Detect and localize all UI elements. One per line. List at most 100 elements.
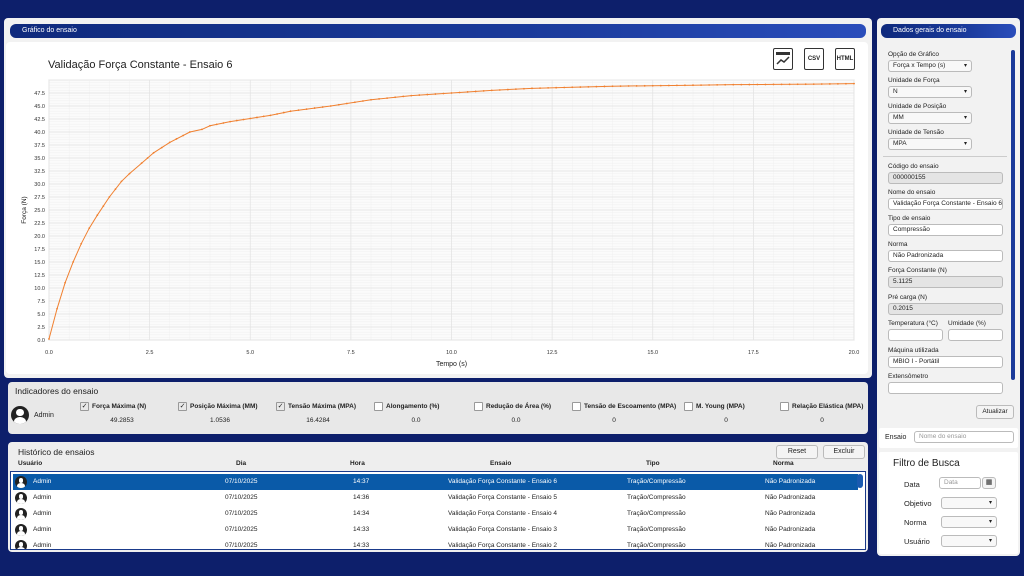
col-test[interactable]: Ensaio bbox=[490, 460, 511, 467]
data-point bbox=[651, 84, 654, 87]
cell-time: 14:37 bbox=[353, 478, 370, 485]
chart-option-select[interactable]: Força x Tempo (s) ▾ bbox=[888, 60, 972, 72]
filter-date-input[interactable]: Data bbox=[939, 477, 981, 489]
data-point bbox=[466, 91, 469, 93]
machine-field[interactable]: MBIO I - Portátil bbox=[888, 356, 1003, 368]
indicator-checkbox[interactable]: ✓ bbox=[80, 402, 89, 411]
y-tick-label: 32.5 bbox=[34, 169, 45, 175]
x-tick-label: 15.0 bbox=[647, 350, 658, 356]
cell-time: 14:33 bbox=[353, 542, 370, 549]
data-point bbox=[531, 87, 533, 90]
indicator-value: 0.0 bbox=[411, 417, 421, 424]
cell-user: Admin bbox=[33, 478, 52, 485]
cell-norm: Não Padronizada bbox=[765, 478, 816, 485]
filter-date-label: Data bbox=[904, 480, 920, 489]
data-point bbox=[684, 84, 686, 87]
table-row[interactable]: Admin 07/10/2025 14:36 Validação Força Cons… bbox=[13, 490, 858, 506]
cell-time: 14:34 bbox=[353, 510, 370, 517]
data-point bbox=[229, 120, 232, 123]
y-axis-label: Força (N) bbox=[21, 196, 28, 223]
data-point bbox=[426, 93, 429, 96]
humidity-field[interactable] bbox=[948, 329, 1003, 341]
data-point bbox=[595, 85, 598, 88]
position-unit-select[interactable]: MM ▾ bbox=[888, 112, 972, 124]
delete-button[interactable]: Excluir bbox=[823, 445, 865, 459]
cell-test: Validação Força Constante - Ensaio 5 bbox=[448, 494, 557, 501]
test-name-field[interactable]: Validação Força Constante - Ensaio 6 bbox=[888, 198, 1003, 210]
data-point bbox=[547, 87, 549, 89]
norm-field[interactable]: Não Padronizada bbox=[888, 250, 1003, 262]
col-type[interactable]: Tipo bbox=[646, 460, 660, 467]
y-tick-label: 10.0 bbox=[34, 286, 45, 292]
extensometer-field[interactable] bbox=[888, 382, 1003, 394]
table-row[interactable]: Admin 07/10/2025 14:33 Validação Força Cons… bbox=[13, 538, 858, 549]
data-point bbox=[474, 90, 477, 93]
data-point bbox=[708, 84, 710, 86]
table-row[interactable]: Admin 07/10/2025 14:37 Validação Força Cons… bbox=[13, 474, 858, 490]
table-scrollbar[interactable] bbox=[857, 474, 863, 488]
filter-objective-select[interactable]: ▾ bbox=[941, 497, 997, 509]
cell-type: Tração/Compressão bbox=[627, 478, 686, 485]
temperature-field[interactable] bbox=[888, 329, 943, 341]
history-title: Histórico de ensaios bbox=[18, 447, 95, 457]
data-point bbox=[418, 94, 421, 96]
side-panel-title: Dados gerais do ensaio bbox=[881, 24, 1016, 38]
search-input[interactable]: Nome do ensaio bbox=[914, 431, 1014, 443]
search-label: Ensaio bbox=[885, 434, 907, 441]
indicator-checkbox[interactable] bbox=[780, 402, 789, 411]
data-point bbox=[80, 242, 83, 245]
user-avatar-icon bbox=[15, 476, 27, 488]
test-type-field[interactable]: Compressão bbox=[888, 224, 1003, 236]
data-point bbox=[152, 151, 155, 154]
data-point bbox=[539, 87, 541, 90]
col-day[interactable]: Dia bbox=[236, 460, 246, 467]
cell-day: 07/10/2025 bbox=[225, 510, 258, 517]
data-point bbox=[434, 93, 437, 95]
data-point bbox=[140, 162, 143, 165]
data-point bbox=[182, 134, 185, 137]
constant-force-field: 5.1125 bbox=[888, 276, 1003, 288]
data-point bbox=[337, 103, 340, 106]
cell-day: 07/10/2025 bbox=[225, 542, 258, 549]
filter-user-select[interactable]: ▾ bbox=[941, 535, 997, 547]
table-row[interactable]: Admin 07/10/2025 14:34 Validação Força Cons… bbox=[13, 506, 858, 522]
data-point bbox=[579, 86, 582, 88]
indicator-checkbox[interactable]: ✓ bbox=[276, 402, 285, 411]
col-user[interactable]: Usuário bbox=[18, 460, 42, 467]
indicator-checkbox[interactable] bbox=[572, 402, 581, 411]
indicator-checkbox[interactable]: ✓ bbox=[178, 402, 187, 411]
data-point bbox=[305, 108, 308, 111]
data-point bbox=[748, 83, 751, 86]
update-button[interactable]: Atualizar bbox=[976, 405, 1014, 419]
data-point bbox=[788, 83, 791, 86]
temperature-label: Temperatura (°C) bbox=[888, 320, 938, 327]
force-unit-select[interactable]: N ▾ bbox=[888, 86, 972, 98]
y-tick-label: 15.0 bbox=[34, 260, 45, 266]
y-tick-label: 30.0 bbox=[34, 182, 45, 188]
data-point bbox=[555, 86, 558, 89]
history-section: Histórico de ensaios Reset Excluir Usuár… bbox=[8, 442, 868, 552]
data-point bbox=[490, 89, 493, 92]
indicator-value: 0 bbox=[724, 417, 728, 424]
data-point bbox=[627, 85, 630, 87]
indicator-checkbox[interactable] bbox=[474, 402, 483, 411]
data-point bbox=[289, 110, 292, 113]
data-point bbox=[222, 122, 225, 124]
data-point bbox=[402, 95, 405, 98]
divider bbox=[883, 156, 1007, 157]
col-time[interactable]: Hora bbox=[350, 460, 365, 467]
calendar-icon[interactable]: ▦ bbox=[982, 477, 996, 489]
filter-norm-select[interactable]: ▾ bbox=[941, 516, 997, 528]
stress-unit-select[interactable]: MPA ▾ bbox=[888, 138, 972, 150]
reset-button[interactable]: Reset bbox=[776, 445, 818, 459]
data-point bbox=[282, 111, 285, 114]
indicator-label: Redução de Área (%) bbox=[486, 403, 552, 410]
indicator-checkbox[interactable] bbox=[374, 402, 383, 411]
cell-type: Tração/Compressão bbox=[627, 542, 686, 549]
cell-test: Validação Força Constante - Ensaio 2 bbox=[448, 542, 557, 549]
side-scrollbar[interactable] bbox=[1011, 50, 1015, 380]
table-row[interactable]: Admin 07/10/2025 14:33 Validação Força Cons… bbox=[13, 522, 858, 538]
data-point bbox=[506, 88, 509, 91]
col-norm[interactable]: Norma bbox=[773, 460, 794, 467]
indicator-checkbox[interactable] bbox=[684, 402, 693, 411]
